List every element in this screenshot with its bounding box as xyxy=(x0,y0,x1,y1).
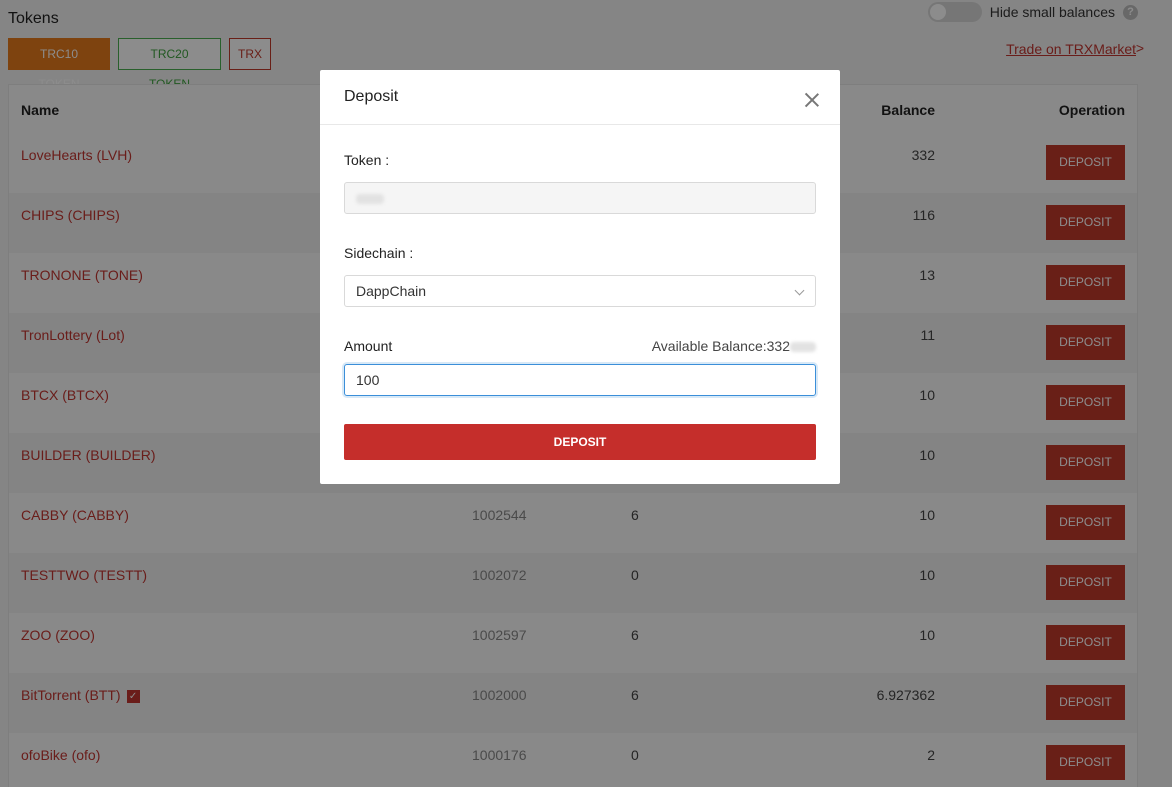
modal-title: Deposit xyxy=(344,88,399,105)
amount-label: Amount xyxy=(344,338,393,354)
modal-header: Deposit xyxy=(320,70,840,125)
token-label: Token : xyxy=(344,152,390,168)
chevron-down-icon xyxy=(794,285,805,296)
amount-input[interactable]: 100 xyxy=(344,364,816,396)
deposit-modal: Deposit Token : Sidechain : DappChain Am… xyxy=(320,70,840,484)
deposit-submit-button[interactable]: DEPOSIT xyxy=(344,424,816,460)
redacted-balance-suffix xyxy=(790,342,816,353)
token-field xyxy=(344,182,816,214)
sidechain-label: Sidechain : xyxy=(344,245,414,261)
available-balance: Available Balance:332 xyxy=(652,338,816,354)
close-icon[interactable] xyxy=(804,92,820,108)
available-balance-text: Available Balance:332 xyxy=(651,338,790,354)
redacted-token-value xyxy=(356,194,384,205)
sidechain-select[interactable]: DappChain xyxy=(344,275,816,307)
sidechain-value: DappChain xyxy=(356,283,427,299)
